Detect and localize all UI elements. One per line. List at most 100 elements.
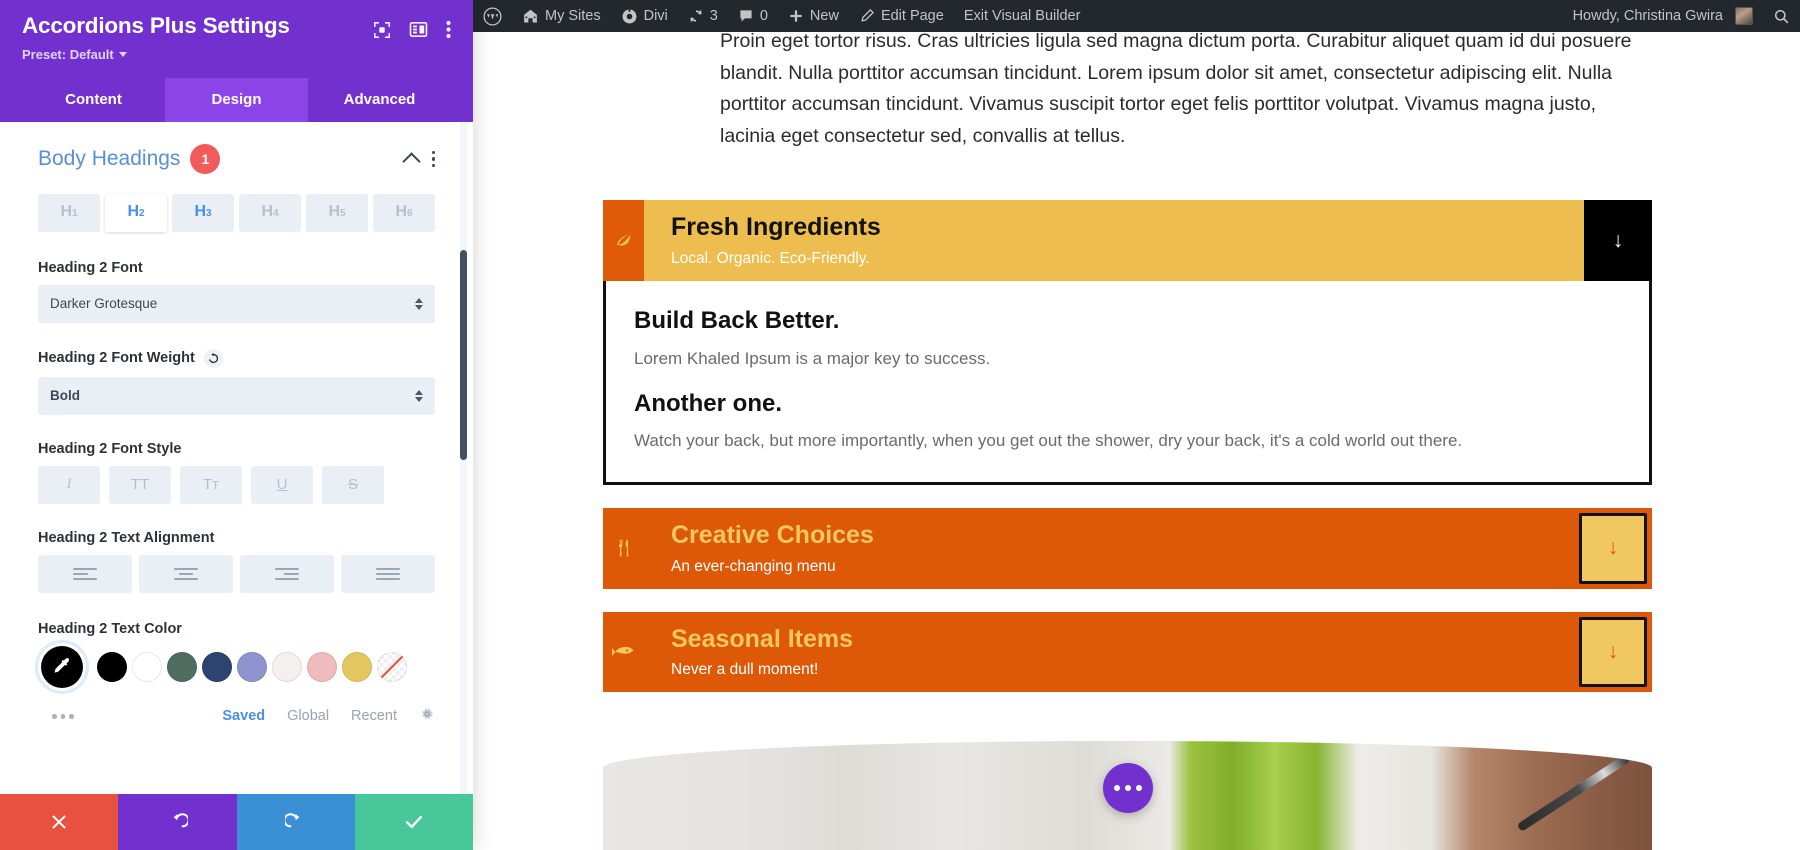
heading-level-h5[interactable]: H5 xyxy=(306,193,368,232)
focus-frame-icon[interactable] xyxy=(373,21,391,39)
group-actions xyxy=(401,150,435,171)
heading-level-h6-sub: 6 xyxy=(407,207,413,219)
tab-design[interactable]: Design xyxy=(165,77,308,122)
accordion-toggle-2[interactable]: ↓ xyxy=(1579,512,1647,584)
accordion-subtitle-1: Local. Organic. Eco-Friendly. xyxy=(671,250,870,268)
eyedropper-icon[interactable] xyxy=(41,645,83,688)
undo-button[interactable] xyxy=(118,794,237,850)
redo-button[interactable] xyxy=(236,794,355,850)
screen-root: My Sites Divi 3 0 New Edit Page Exit Vis… xyxy=(0,0,1800,850)
heading-level-h1[interactable]: H1 xyxy=(38,193,100,232)
adminbar-comments-count: 0 xyxy=(759,8,768,24)
heading-level-h3-sub: 3 xyxy=(206,207,212,219)
kebab-menu-icon[interactable] xyxy=(431,150,435,167)
visual-builder-canvas: Proin eget tortor risus. Cras ultricies … xyxy=(473,32,1800,850)
module-settings-modal: Accordions Plus Settings Preset: Default xyxy=(0,0,473,850)
tab-advanced[interactable]: Advanced xyxy=(308,77,451,122)
adminbar-comments[interactable]: 0 xyxy=(728,0,778,32)
underline-icon[interactable]: U xyxy=(251,465,313,504)
swatch-off-white[interactable] xyxy=(272,651,302,682)
reset-arrow-icon[interactable] xyxy=(203,348,223,368)
fab-dot xyxy=(1135,785,1142,792)
adminbar-updates[interactable]: 3 xyxy=(678,0,728,32)
accordion-title-3: Seasonal Items xyxy=(671,624,854,653)
avatar xyxy=(1735,7,1753,25)
divi-icon xyxy=(621,8,638,25)
page-title: Accordions Plus Settings xyxy=(22,13,290,38)
preset-label: Preset: Default xyxy=(22,46,114,62)
strikethrough-icon[interactable]: S xyxy=(322,465,384,504)
uppercase-icon[interactable]: TT xyxy=(109,465,171,504)
small-caps-icon[interactable]: Tᴛ xyxy=(180,465,242,504)
accordion-header-2[interactable]: Creative Choices An ever-changing menu ↓ xyxy=(603,507,1652,589)
swatch-blush-pink[interactable] xyxy=(307,651,337,682)
color-tab-saved[interactable]: Saved xyxy=(222,708,265,724)
heading-font-select[interactable]: Darker Grotesque xyxy=(38,284,435,323)
accordion-toggle-3[interactable]: ↓ xyxy=(1579,616,1647,688)
adminbar-edit-page[interactable]: Edit Page xyxy=(849,0,954,32)
more-dots-icon[interactable] xyxy=(52,714,74,719)
adminbar-updates-count: 3 xyxy=(709,8,718,24)
italic-icon[interactable]: I xyxy=(38,465,100,504)
adminbar-howdy-label: Howdy, Christina Gwira xyxy=(1572,8,1723,24)
adminbar-my-sites[interactable]: My Sites xyxy=(512,0,611,32)
color-tab-global[interactable]: Global xyxy=(287,708,329,724)
more-options-fab-icon[interactable] xyxy=(1102,763,1153,814)
heading-font-style-label-text: Heading 2 Font Style xyxy=(38,440,182,457)
wordpress-logo-icon xyxy=(483,6,502,26)
swatch-periwinkle[interactable] xyxy=(237,651,267,682)
accordion-subtitle-3: Never a dull moment! xyxy=(671,661,819,679)
preset-selector[interactable]: Preset: Default xyxy=(22,47,290,62)
adminbar-exit-visual-builder[interactable]: Exit Visual Builder xyxy=(954,0,1091,32)
accordion-header-3[interactable]: Seasonal Items Never a dull moment! ↓ xyxy=(603,611,1652,693)
close-x-icon xyxy=(52,815,66,829)
accordion-toggle-1[interactable]: ↓ xyxy=(1584,200,1652,282)
heading-level-h2-sub: 2 xyxy=(139,207,145,219)
align-center-icon[interactable] xyxy=(139,554,233,593)
gear-icon[interactable] xyxy=(419,706,435,727)
adminbar-new[interactable]: New xyxy=(778,0,849,32)
heading-level-h3[interactable]: H3 xyxy=(172,193,234,232)
adminbar-divi[interactable]: Divi xyxy=(611,0,678,32)
chevron-updown-icon xyxy=(415,297,423,310)
tab-content[interactable]: Content xyxy=(22,77,165,122)
settings-tabs: Content Design Advanced xyxy=(22,77,451,122)
heading-level-h2[interactable]: H2 xyxy=(105,193,167,232)
color-swatch-footer: Saved Global Recent xyxy=(38,706,435,727)
heading-font-style-buttons: I TT Tᴛ U S xyxy=(38,465,435,504)
swatch-navy-blue[interactable] xyxy=(202,651,232,682)
heading-level-h4[interactable]: H4 xyxy=(239,193,301,232)
adminbar-account[interactable]: Howdy, Christina Gwira xyxy=(1563,0,1763,32)
chevron-up-icon[interactable] xyxy=(401,152,421,171)
swatch-none[interactable] xyxy=(377,651,407,682)
accordion-body-paragraph-1b: Watch your back, but more importantly, w… xyxy=(634,431,1463,451)
adminbar-wordpress-logo[interactable] xyxy=(473,0,512,32)
heading-level-h6[interactable]: H6 xyxy=(373,193,435,232)
accordions-plus-module: Fresh Ingredients Local. Organic. Eco-Fr… xyxy=(603,200,1652,693)
heading-text-color-label-text: Heading 2 Text Color xyxy=(38,620,182,637)
status-badge: 1 xyxy=(190,143,221,174)
body-headings-group-header[interactable]: Body Headings 1 xyxy=(38,143,435,174)
kebab-menu-icon[interactable] xyxy=(446,20,451,39)
layout-panel-icon[interactable] xyxy=(409,20,428,39)
accordion-body-heading-1b: Another one. xyxy=(634,389,782,417)
accordion-body-heading-1a: Build Back Better. xyxy=(634,307,840,335)
swatch-gold[interactable] xyxy=(342,651,372,682)
accordion-title-1: Fresh Ingredients xyxy=(671,213,881,242)
heading-font-weight-select[interactable]: Bold xyxy=(38,376,435,415)
accordion-header-1[interactable]: Fresh Ingredients Local. Organic. Eco-Fr… xyxy=(603,200,1652,282)
color-tab-recent[interactable]: Recent xyxy=(351,708,397,724)
color-swatch-row xyxy=(38,645,435,688)
pencil-in-hand-decoration xyxy=(1516,754,1631,833)
save-button[interactable] xyxy=(354,794,473,850)
adminbar-search[interactable] xyxy=(1763,0,1800,32)
align-left-icon[interactable] xyxy=(38,554,132,593)
swatch-white[interactable] xyxy=(132,651,162,682)
swatch-black[interactable] xyxy=(97,651,127,682)
align-right-icon[interactable] xyxy=(240,554,334,593)
heading-level-h5-sub: 5 xyxy=(340,207,346,219)
swatch-sage-green[interactable] xyxy=(167,651,197,682)
cancel-button[interactable] xyxy=(0,794,119,850)
align-justify-icon[interactable] xyxy=(341,554,435,593)
pencil-icon xyxy=(859,8,875,24)
